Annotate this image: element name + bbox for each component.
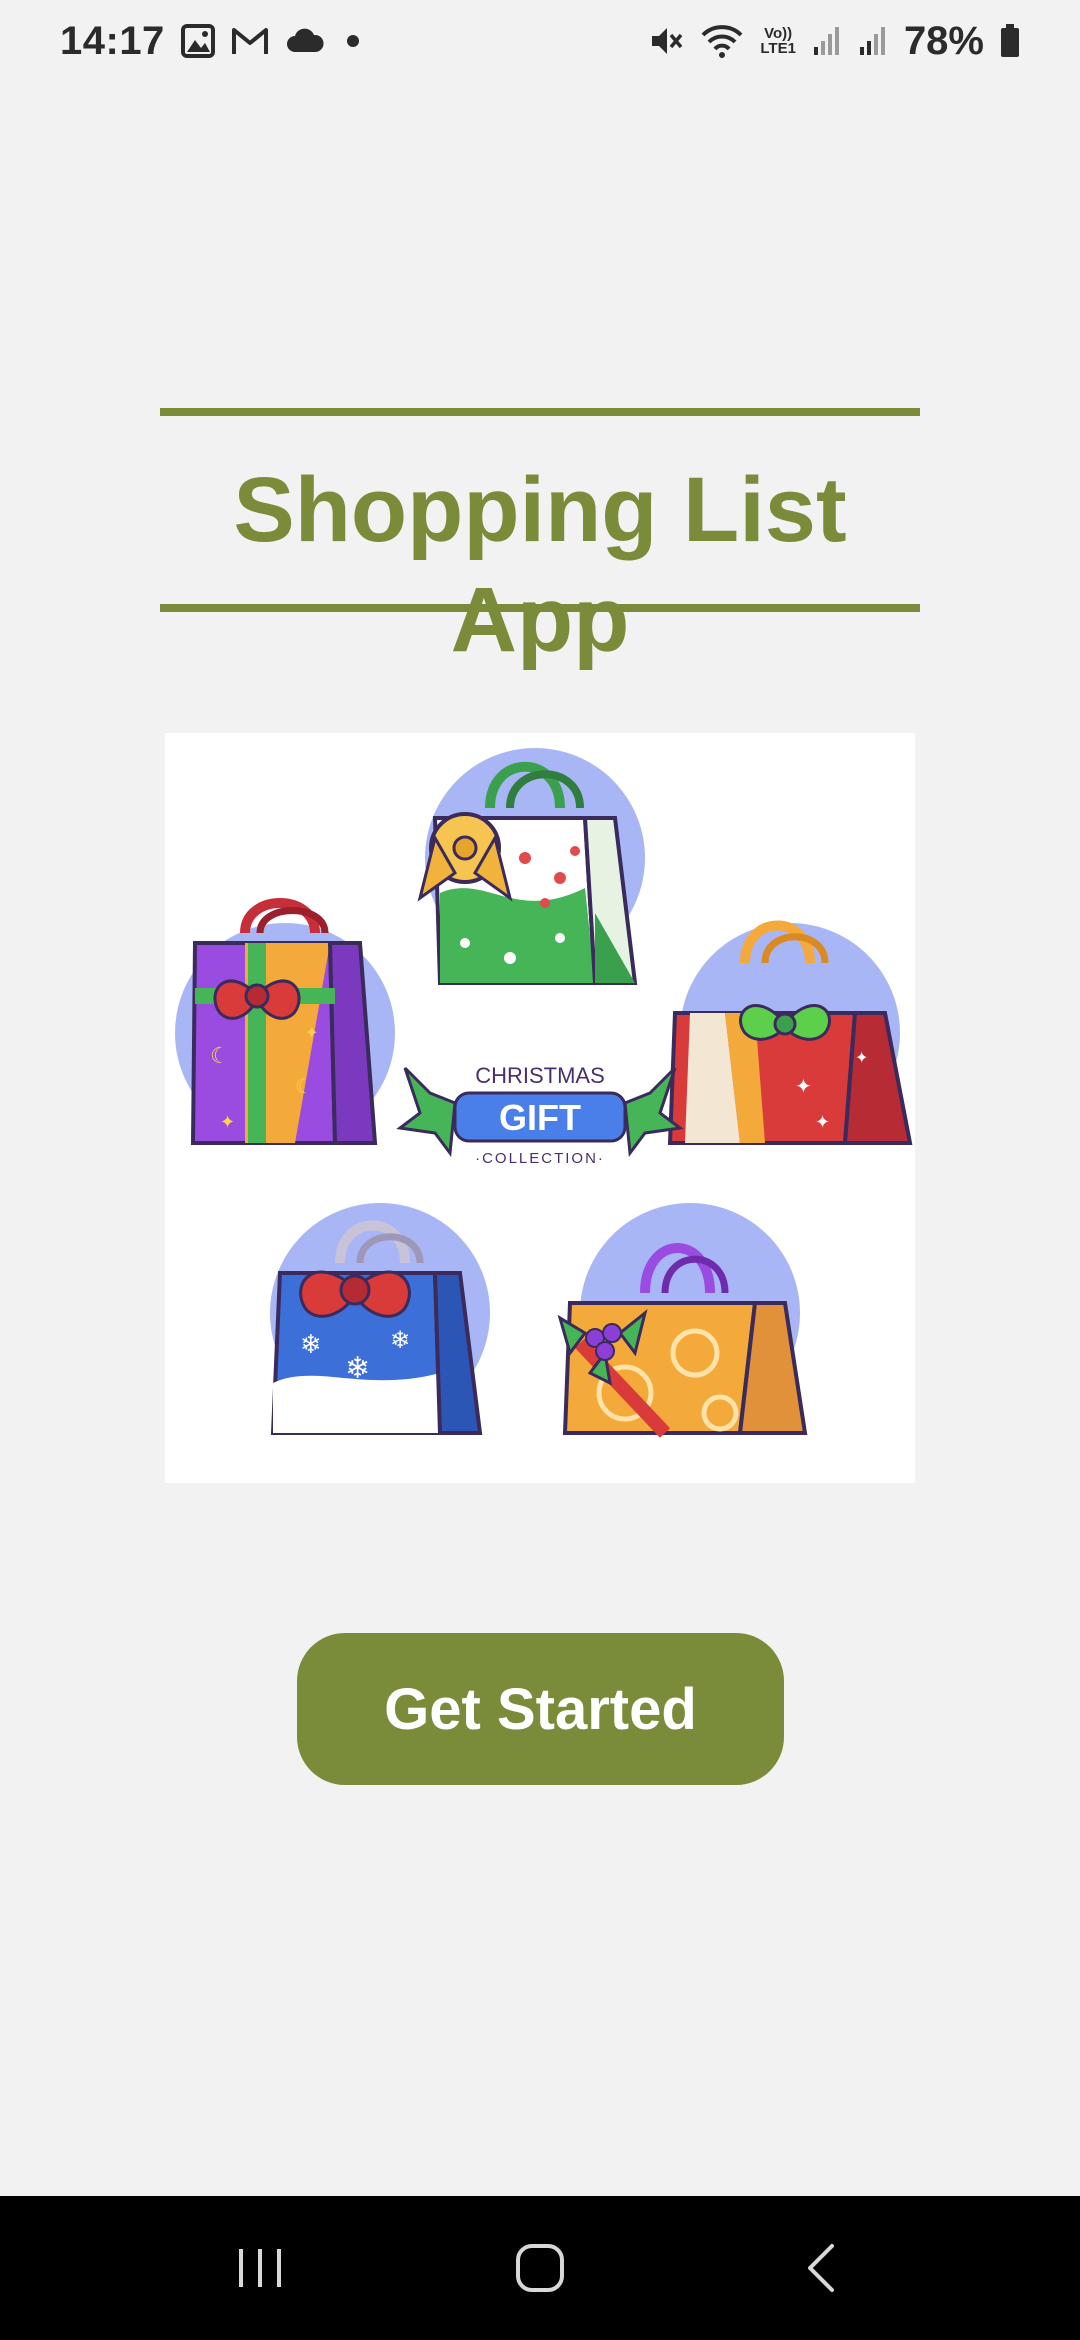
signal-icon — [812, 25, 842, 57]
svg-text:✦: ✦ — [305, 1025, 318, 1042]
welcome-screen: 14:17 Vo)) LTE1 78% Shopping List App ☾ … — [0, 0, 1080, 2340]
title-rule-top — [160, 408, 920, 416]
app-title: Shopping List App — [233, 459, 847, 671]
gift-bag-green-icon — [417, 748, 645, 985]
battery-percent: 78% — [903, 18, 984, 63]
volte-lte-icon: Vo)) LTE1 — [760, 26, 796, 56]
lte-label: LTE1 — [760, 40, 796, 57]
svg-text:☾: ☾ — [210, 1043, 230, 1068]
banner-bottom-text: ·COLLECTION· — [475, 1150, 605, 1167]
banner-top-text: CHRISTMAS — [475, 1063, 605, 1088]
gift-bag-blue-icon: ❄ ❄ ❄ — [270, 1203, 490, 1435]
status-bar-right: Vo)) LTE1 78% — [648, 19, 1020, 64]
gift-bags-illustration: ☾ ☾ ✦ ✦ ✦ ✦ ✦ CHRISTMAS GIFT ·COLLECTION… — [165, 733, 915, 1483]
signal-icon — [858, 25, 888, 57]
svg-text:✦: ✦ — [815, 1112, 830, 1132]
gift-bag-orange-icon — [557, 1203, 808, 1438]
status-time: 14:17 — [60, 18, 165, 63]
volte-label: Vo)) — [764, 25, 793, 42]
cloud-icon — [285, 28, 325, 54]
status-bar: 14:17 Vo)) LTE1 78% — [0, 0, 1080, 82]
back-icon — [808, 2244, 834, 2292]
banner-main-text: GIFT — [499, 1097, 581, 1138]
mute-icon — [648, 23, 684, 59]
recent-apps-button[interactable] — [200, 2218, 320, 2318]
home-icon — [516, 2244, 564, 2292]
gmail-icon — [231, 26, 269, 56]
back-button[interactable] — [760, 2218, 880, 2318]
recent-apps-icon — [239, 2249, 281, 2287]
status-bar-left: 14:17 — [60, 19, 365, 64]
gallery-icon — [180, 24, 215, 58]
gift-bag-purple-icon: ☾ ☾ ✦ ✦ — [175, 898, 395, 1145]
svg-text:❄: ❄ — [390, 1327, 410, 1354]
battery-icon — [1000, 24, 1020, 58]
get-started-button[interactable]: Get Started — [297, 1633, 784, 1785]
gift-bag-red-icon: ✦ ✦ ✦ — [667, 920, 913, 1145]
svg-text:✦: ✦ — [795, 1076, 812, 1098]
title-rule-bottom — [160, 604, 920, 612]
svg-text:❄: ❄ — [300, 1329, 322, 1359]
svg-text:❄: ❄ — [345, 1352, 370, 1385]
system-nav-bar — [0, 2196, 1080, 2340]
home-button[interactable] — [480, 2218, 600, 2318]
dot-icon — [341, 29, 365, 53]
wifi-icon — [700, 23, 744, 59]
svg-text:☾: ☾ — [295, 1076, 313, 1098]
christmas-gift-banner: CHRISTMAS GIFT ·COLLECTION· — [396, 1063, 684, 1167]
svg-text:✦: ✦ — [220, 1112, 235, 1132]
svg-text:✦: ✦ — [855, 1050, 868, 1067]
